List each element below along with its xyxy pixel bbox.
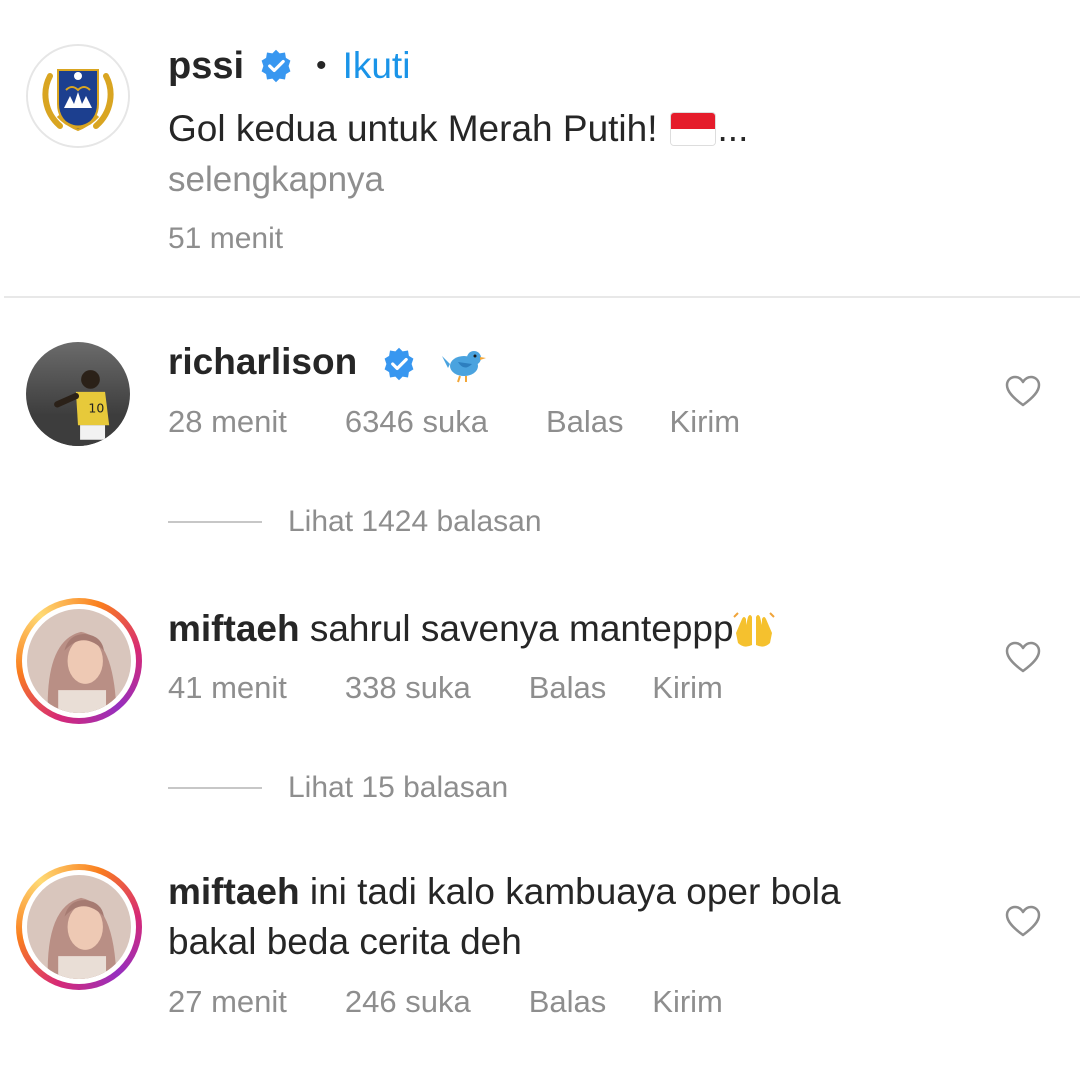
comment-text-line1: ini tadi kalo kambuaya oper bola [309, 871, 841, 912]
view-replies-button[interactable]: Lihat 1424 balasan [168, 505, 542, 539]
pssi-avatar[interactable] [26, 44, 130, 148]
post-author-line: pssi • Ikuti [168, 40, 410, 92]
view-replies-label: Lihat 1424 balasan [288, 505, 542, 538]
replies-rule [168, 521, 262, 523]
comment-likes[interactable]: 338 suka [345, 670, 471, 706]
comment-line: miftaeh sahrul savenya manteppp [168, 603, 776, 655]
avatar-photo [27, 609, 131, 713]
separator-dot: • [316, 49, 327, 82]
view-replies-label: Lihat 15 balasan [288, 771, 509, 804]
heart-icon[interactable] [1004, 640, 1042, 674]
comment-likes[interactable]: 6346 suka [345, 404, 488, 440]
comment-username[interactable]: miftaeh [168, 608, 310, 649]
avatar-photo [27, 875, 131, 979]
comment-timestamp: 41 menit [168, 670, 287, 705]
commenter-avatar[interactable] [16, 864, 142, 990]
verified-badge-icon [258, 48, 294, 84]
commenter-avatar[interactable]: 10 [26, 342, 130, 446]
comment-timestamp: 28 menit [168, 404, 287, 439]
comment-username[interactable]: miftaeh [168, 871, 310, 912]
post-username[interactable]: pssi [168, 45, 244, 88]
comment-likes[interactable]: 246 suka [345, 984, 471, 1020]
caption-ellipsis: ... [717, 108, 749, 149]
comment-meta: 28 menit 6346 suka Balas Kirim [168, 404, 786, 440]
post-timestamp: 51 menit [168, 222, 284, 255]
reply-button[interactable]: Balas [529, 670, 607, 706]
follow-button[interactable]: Ikuti [343, 45, 411, 87]
comment-text-line2: bakal beda cerita deh [168, 921, 522, 962]
send-button[interactable]: Kirim [652, 670, 723, 706]
view-replies-button[interactable]: Lihat 15 balasan [168, 771, 508, 805]
reply-button[interactable]: Balas [546, 404, 624, 440]
heart-icon[interactable] [1004, 374, 1042, 408]
avatar-photo: 10 [26, 342, 130, 446]
comment-text: sahrul savenya manteppp [309, 608, 734, 649]
raised-hands-emoji-icon [732, 611, 776, 651]
bird-emoji-icon [441, 344, 486, 384]
comment-timestamp: 27 menit [168, 984, 287, 1019]
svg-text:10: 10 [88, 401, 104, 416]
reply-button[interactable]: Balas [529, 984, 607, 1020]
replies-rule [168, 787, 262, 789]
send-button[interactable]: Kirim [670, 404, 741, 440]
caption-text: Gol kedua untuk Merah Putih! [168, 108, 658, 149]
indonesia-flag-emoji-icon [669, 112, 716, 146]
verified-badge-icon [381, 346, 417, 382]
comment-meta: 41 menit 338 suka Balas Kirim [168, 670, 769, 706]
heart-icon[interactable] [1004, 904, 1042, 938]
comment-line: richarlison [168, 336, 486, 388]
comment-meta: 27 menit 246 suka Balas Kirim [168, 984, 769, 1020]
post-caption: Gol kedua untuk Merah Putih! ... [168, 108, 748, 150]
comment-username[interactable]: richarlison [168, 341, 367, 382]
see-more-link[interactable]: selengkapnya [168, 160, 384, 200]
comment-line: miftaeh ini tadi kalo kambuaya oper bola [168, 866, 841, 918]
send-button[interactable]: Kirim [652, 984, 723, 1020]
divider [4, 296, 1080, 298]
pssi-logo-icon [28, 46, 128, 146]
post-header: pssi • Ikuti Gol kedua untuk Merah Putih… [0, 0, 1080, 296]
commenter-avatar[interactable] [16, 598, 142, 724]
